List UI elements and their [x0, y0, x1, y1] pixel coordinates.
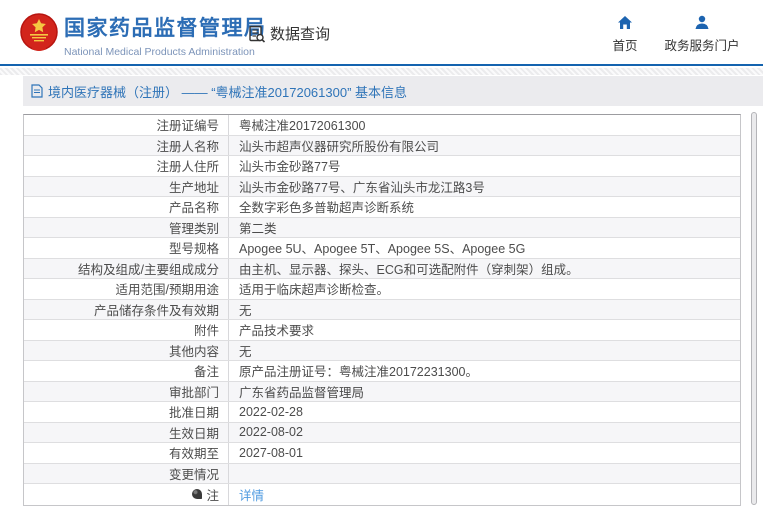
- row-label: 变更情况: [24, 463, 229, 483]
- row-value: 由主机、显示器、探头、ECG和可选配附件（穿刺架）组成。: [239, 262, 579, 277]
- table-row: 注册证编号 粤械注准20172061300: [24, 115, 740, 136]
- table-row: 有效期至 2027-08-01: [24, 443, 740, 464]
- note-balloon-icon: [192, 489, 203, 500]
- table-row: 附件 产品技术要求: [24, 320, 740, 341]
- table-row: 批准日期 2022-02-28: [24, 402, 740, 423]
- nav-portal[interactable]: 政务服务门户: [654, 15, 750, 54]
- row-value: 粤械注准20172061300: [239, 119, 366, 134]
- row-value: Apogee 5U、Apogee 5T、Apogee 5S、Apogee 5G: [239, 242, 526, 257]
- page: 国家药品监督管理局 National Medical Products Admi…: [0, 0, 763, 523]
- brand-title: 国家药品监督管理局: [64, 17, 267, 40]
- row-label: 注: [24, 484, 229, 505]
- nav-portal-label: 政务服务门户: [664, 39, 740, 53]
- row-value: [229, 464, 740, 484]
- row-value: 第二类: [239, 221, 277, 236]
- row-label: 生效日期: [24, 422, 229, 442]
- row-label: 注册人名称: [24, 135, 229, 155]
- row-value: 2027-08-01: [239, 445, 303, 460]
- table-row: 管理类别 第二类: [24, 217, 740, 238]
- row-label: 其他内容: [24, 340, 229, 360]
- data-query-label: 数据查询: [270, 26, 331, 43]
- row-label: 有效期至: [24, 443, 229, 463]
- row-value: 汕头市超声仪器研究所股份有限公司: [239, 139, 440, 154]
- national-emblem-icon: [20, 13, 58, 51]
- row-value: 全数字彩色多普勒超声诊断系统: [239, 201, 415, 216]
- row-value: 2022-08-02: [239, 425, 303, 440]
- row-label: 产品名称: [24, 197, 229, 217]
- home-icon: [618, 16, 632, 29]
- table-row: 注册人名称 汕头市超声仪器研究所股份有限公司: [24, 135, 740, 156]
- table-row: 注册人住所 汕头市金砂路77号: [24, 156, 740, 177]
- row-value: 无: [239, 303, 252, 318]
- row-label: 注册证编号: [24, 115, 229, 135]
- row-label: 管理类别: [24, 217, 229, 237]
- table-row: 生产地址 汕头市金砂路77号、广东省汕头市龙江路3号: [24, 176, 740, 197]
- table-row: 其他内容无: [24, 340, 740, 361]
- brand-text[interactable]: 国家药品监督管理局 National Medical Products Admi…: [64, 12, 267, 58]
- table-row: 结构及组成/主要组成成分 由主机、显示器、探头、ECG和可选配附件（穿刺架）组成。: [24, 258, 740, 279]
- info-table: 注册证编号 粤械注准20172061300 注册人名称 汕头市超声仪器研究所股份有限公…: [23, 114, 741, 506]
- row-value: 适用于临床超声诊断检查。: [239, 283, 390, 298]
- detail-link[interactable]: 详情: [239, 485, 264, 504]
- nav-home-label: 首页: [612, 39, 638, 53]
- row-label: 附件: [24, 320, 229, 340]
- row-value: 广东省药品监督管理局: [239, 385, 365, 400]
- row-label: 产品储存条件及有效期: [24, 299, 229, 319]
- table-row: 备注 原产品注册证号：粤械注准20172231300。: [24, 361, 740, 382]
- row-label: 审批部门: [24, 381, 229, 401]
- row-value: 无: [239, 344, 252, 359]
- row-label: 结构及组成/主要组成成分: [24, 258, 229, 278]
- table-row: 产品储存条件及有效期无: [24, 299, 740, 320]
- row-label: 备注: [24, 361, 229, 381]
- row-value: 2022-02-28: [239, 404, 303, 419]
- data-query-icon: [249, 25, 266, 43]
- table-row: 型号规格 Apogee 5U、Apogee 5T、Apogee 5S、Apogee…: [24, 238, 740, 259]
- breadcrumb: 境内医疗器械（注册） —— “粤械注准20172061300” 基本信息: [23, 76, 763, 106]
- row-label: 注册人住所: [24, 156, 229, 176]
- row-value: 原产品注册证号：粤械注准20172231300。: [239, 365, 478, 380]
- brand-subtitle: National Medical Products Administration: [64, 46, 255, 58]
- row-value: 汕头市金砂路77号、广东省汕头市龙江路3号: [239, 180, 485, 195]
- row-label: 适用范围/预期用途: [24, 279, 229, 299]
- table-row: 生效日期 2022-08-02: [24, 422, 740, 443]
- table-row: 变更情况: [24, 463, 740, 484]
- breadcrumb-text: 境内医疗器械（注册） —— “粤械注准20172061300” 基本信息: [48, 84, 408, 100]
- document-icon: [31, 84, 43, 98]
- nav-home[interactable]: 首页: [601, 15, 649, 54]
- vertical-scrollbar[interactable]: [751, 112, 757, 505]
- table-row: 审批部门 广东省药品监督管理局: [24, 381, 740, 402]
- header-divider-hatch: [0, 68, 763, 75]
- table-row: 适用范围/预期用途 适用于临床超声诊断检查。: [24, 279, 740, 300]
- row-label: 型号规格: [24, 238, 229, 258]
- row-label: 批准日期: [24, 402, 229, 422]
- row-label: 生产地址: [24, 176, 229, 196]
- row-value: 汕头市金砂路77号: [239, 160, 341, 175]
- nmpa-emblem-logo[interactable]: [20, 13, 58, 53]
- data-query-menu[interactable]: 数据查询: [247, 23, 330, 44]
- row-value: 产品技术要求: [239, 324, 315, 339]
- table-row: 注详情: [24, 484, 740, 505]
- site-header: 国家药品监督管理局 National Medical Products Admi…: [0, 0, 763, 66]
- table-row: 产品名称 全数字彩色多普勒超声诊断系统: [24, 197, 740, 218]
- row-value: 详情: [229, 484, 740, 505]
- user-icon: [695, 15, 709, 29]
